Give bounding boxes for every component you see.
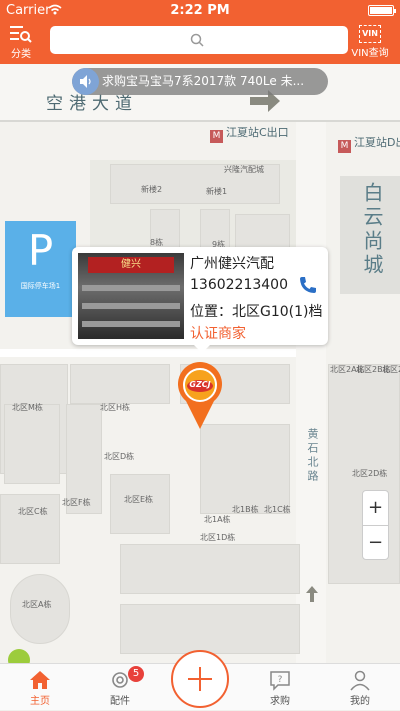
search-bar[interactable]: [50, 26, 348, 54]
road-arrow-icon: [306, 586, 318, 602]
map-building: [4, 404, 60, 484]
map-building: [120, 544, 300, 594]
tab-request[interactable]: ? 求购: [250, 664, 310, 711]
map-label: 北区E栋: [124, 495, 154, 504]
header: Carrier 2:22 PM 分类 VIN VIN查询: [0, 0, 400, 64]
tab-mine[interactable]: 我的: [330, 664, 390, 711]
map-building: [0, 494, 60, 564]
parking-icon: P: [27, 226, 54, 275]
status-bar: Carrier 2:22 PM: [0, 0, 400, 20]
tab-mine-label: 我的: [350, 696, 370, 707]
zoom-in-button[interactable]: +: [363, 491, 388, 525]
subway-exit-icon: M: [210, 130, 223, 143]
map-pin-marker[interactable]: GZCJ: [176, 361, 224, 431]
shop-photo[interactable]: 健兴: [78, 253, 184, 339]
shop-location: 位置：北区G10(1)档: [190, 304, 323, 320]
clock: 2:22 PM: [170, 3, 230, 18]
category-button[interactable]: 分类: [6, 22, 36, 62]
map-building: [235, 214, 290, 249]
map-building: [200, 424, 290, 514]
map-label: 北区D栋: [104, 452, 135, 461]
tab-bar: 主页 配件 5 ? 求购 我的: [0, 650, 400, 711]
map-label: 北区H栋: [100, 403, 131, 412]
map-label: 北区2C栋: [382, 365, 400, 374]
certified-badge: 认证商家: [190, 326, 246, 342]
add-button[interactable]: [171, 650, 229, 708]
search-icon: [190, 33, 204, 47]
map-label: 北1B栋: [232, 505, 259, 514]
exit-label-c: M 江夏站C出口: [210, 124, 289, 143]
broadcast-text: 求购宝马宝马7系2017款 740Le 未...: [102, 74, 305, 88]
shop-sign: 健兴: [88, 257, 174, 273]
plus-icon: [188, 667, 212, 691]
map-label: 北1A栋: [204, 515, 231, 524]
tab-home-label: 主页: [30, 696, 50, 707]
map-label: 北区A栋: [22, 600, 52, 609]
baiyun-building: 白云尚城: [340, 176, 400, 294]
speaker-icon: [72, 68, 99, 95]
vin-query-button[interactable]: VIN VIN查询: [344, 22, 396, 62]
category-label: 分类: [11, 49, 31, 60]
location-dot: [8, 649, 30, 663]
zoom-out-button[interactable]: −: [363, 525, 388, 559]
map-building: [70, 364, 170, 404]
map-label: 北区2D栋: [352, 469, 388, 478]
map-pin-icon: [178, 362, 222, 429]
map-road: [0, 120, 400, 122]
map-road: [0, 349, 296, 357]
vin-scan-icon: VIN: [359, 25, 381, 43]
map-label: 北区1D栋: [200, 533, 236, 542]
map-label: 新楼1: [206, 187, 228, 196]
battery-icon: [368, 5, 396, 16]
shop-name[interactable]: 广州健兴汽配: [190, 253, 274, 273]
map-label: 北1C栋: [264, 505, 291, 514]
map-label: 兴隆汽配城: [224, 165, 264, 174]
question-bubble-icon: ?: [270, 671, 290, 691]
map-label: 北区M栋: [12, 403, 43, 412]
category-list-icon: [10, 26, 32, 43]
tab-parts[interactable]: 配件 5: [90, 664, 150, 711]
baiyun-label: 白云尚城: [360, 182, 384, 278]
shop-phone[interactable]: 13602213400: [190, 277, 288, 293]
parking-lot[interactable]: P 国际停车场1: [5, 221, 76, 317]
map-road: [296, 122, 326, 663]
map-label: 北区F栋: [62, 498, 91, 507]
exit-label-d: M江夏站D出: [338, 134, 400, 153]
phone-icon[interactable]: [298, 275, 318, 295]
shop-info-popup[interactable]: 健兴 广州健兴汽配 13602213400 位置：北区G10(1)档 认证商家: [72, 247, 328, 353]
zoom-controls: + −: [362, 490, 389, 560]
tab-request-label: 求购: [270, 696, 290, 707]
tab-parts-label: 配件: [110, 696, 130, 707]
user-icon: [350, 670, 370, 691]
subway-exit-icon: M: [338, 140, 351, 153]
parking-label: 国际停车场1: [20, 282, 61, 290]
home-icon: [30, 671, 50, 689]
vertical-road-name: 黄石北路: [306, 428, 319, 484]
vin-query-label: VIN查询: [351, 48, 389, 59]
notification-badge: 5: [128, 666, 144, 682]
broadcast-ticker[interactable]: 求购宝马宝马7系2017款 740Le 未...: [72, 68, 328, 95]
map-label: 北区C栋: [18, 507, 48, 516]
map-label: 新楼2: [141, 185, 163, 194]
map-building: [120, 604, 300, 654]
tab-home[interactable]: 主页: [10, 664, 70, 711]
svg-text:?: ?: [278, 675, 283, 685]
market-map[interactable]: 空港大道 M江夏站C出口 M江夏站D出 白云尚城 黄石北路 兴隆汽配城 新楼2 …: [0, 64, 400, 663]
pin-text: GZCJ: [189, 380, 211, 389]
